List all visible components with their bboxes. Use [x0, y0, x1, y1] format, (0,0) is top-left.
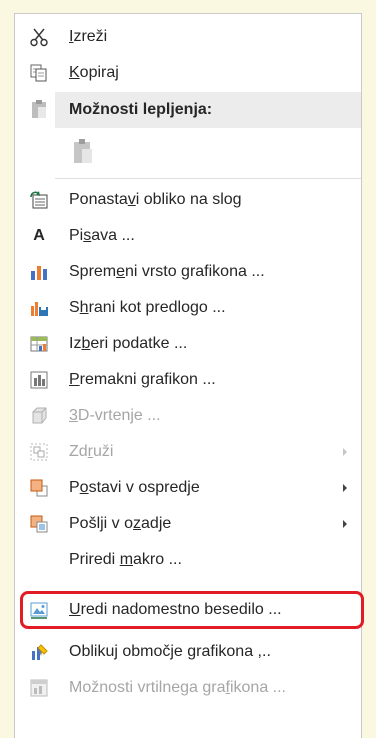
menu-item-save-template[interactable]: Shrani kot predlogo ...	[15, 290, 361, 326]
menu-item-group: Združi	[15, 434, 361, 470]
menu-separator	[55, 178, 361, 179]
cube-icon	[29, 406, 49, 426]
send-to-back-icon	[29, 514, 49, 534]
menu-item-send-to-back[interactable]: Pošlji v ozadje	[15, 506, 361, 542]
menu-item-3d-rotation: 3D-vrtenje ...	[15, 398, 361, 434]
menu-item-save-template-label: Shrani kot predlogo ...	[69, 299, 226, 316]
menu-item-pivotchart-options-label: Možnosti vrtilnega grafikona ...	[69, 679, 286, 696]
copy-icon	[29, 63, 49, 83]
menu-item-send-to-back-label: Pošlji v ozadje	[69, 515, 172, 532]
menu-item-group-label: Združi	[69, 443, 114, 460]
scissors-icon	[29, 27, 49, 47]
select-data-icon	[29, 334, 49, 354]
paste-options-buttons	[15, 131, 361, 171]
reset-style-icon	[29, 190, 49, 210]
bring-to-front-icon	[29, 478, 49, 498]
save-template-icon	[29, 298, 49, 318]
menu-item-edit-alt-text[interactable]: Uredi nadomestno besedilo ...	[15, 592, 361, 628]
move-chart-icon	[29, 370, 49, 390]
menu-item-reset-style[interactable]: Ponastavi obliko na slog	[15, 182, 361, 218]
menu-item-assign-macro[interactable]: Priredi makro ...	[15, 542, 361, 578]
format-chart-area-icon	[29, 642, 49, 662]
menu-item-copy[interactable]: Kopiraj	[15, 55, 361, 91]
menu-item-copy-label: Kopiraj	[69, 64, 119, 81]
menu-item-select-data[interactable]: Izberi podatke ...	[15, 326, 361, 362]
menu-item-3d-rotation-label: 3D-vrtenje ...	[69, 407, 161, 424]
pivotchart-options-icon	[29, 678, 49, 698]
submenu-arrow-icon	[343, 484, 347, 492]
submenu-arrow-icon	[343, 448, 347, 456]
menu-item-change-chart-type-label: Spremeni vrsto grafikona ...	[69, 263, 265, 280]
menu-item-change-chart-type[interactable]: Spremeni vrsto grafikona ...	[15, 254, 361, 290]
font-icon: A	[33, 227, 45, 244]
menu-item-pivotchart-options: Možnosti vrtilnega grafikona ...	[15, 670, 361, 706]
paste-icon	[74, 139, 92, 163]
menu-item-cut[interactable]: Izreži	[15, 19, 361, 55]
clipboard-icon	[29, 99, 49, 119]
menu-item-select-data-label: Izberi podatke ...	[69, 335, 188, 352]
menu-item-edit-alt-text-label: Uredi nadomestno besedilo ...	[69, 601, 282, 618]
menu-item-reset-style-label: Ponastavi obliko na slog	[69, 191, 242, 208]
context-menu: Izreži Kopiraj Možnosti lepljenja: Ponas…	[14, 13, 364, 738]
menu-item-bring-to-front[interactable]: Postavi v ospredje	[15, 470, 361, 506]
menu-item-bring-to-front-label: Postavi v ospredje	[69, 479, 200, 496]
menu-item-format-chart-area[interactable]: Oblikuj območje grafikona ,..	[15, 634, 361, 670]
group-icon	[29, 442, 49, 462]
menu-item-cut-label: Izreži	[69, 28, 108, 45]
menu-item-font[interactable]: A Pisava ...	[15, 218, 361, 254]
menu-item-format-chart-area-label: Oblikuj območje grafikona ,..	[69, 643, 271, 660]
paste-options-label: Možnosti lepljenja:	[69, 101, 213, 118]
alt-text-icon	[29, 600, 49, 620]
submenu-arrow-icon	[343, 520, 347, 528]
menu-item-move-chart[interactable]: Premakni grafikon ...	[15, 362, 361, 398]
bar-chart-icon	[29, 262, 49, 282]
paste-keep-source-button[interactable]	[69, 135, 97, 167]
menu-item-assign-macro-label: Priredi makro ...	[69, 551, 182, 568]
paste-options-header: Možnosti lepljenja:	[55, 92, 361, 128]
menu-item-font-label: Pisava ...	[69, 227, 135, 244]
menu-item-move-chart-label: Premakni grafikon ...	[69, 371, 216, 388]
